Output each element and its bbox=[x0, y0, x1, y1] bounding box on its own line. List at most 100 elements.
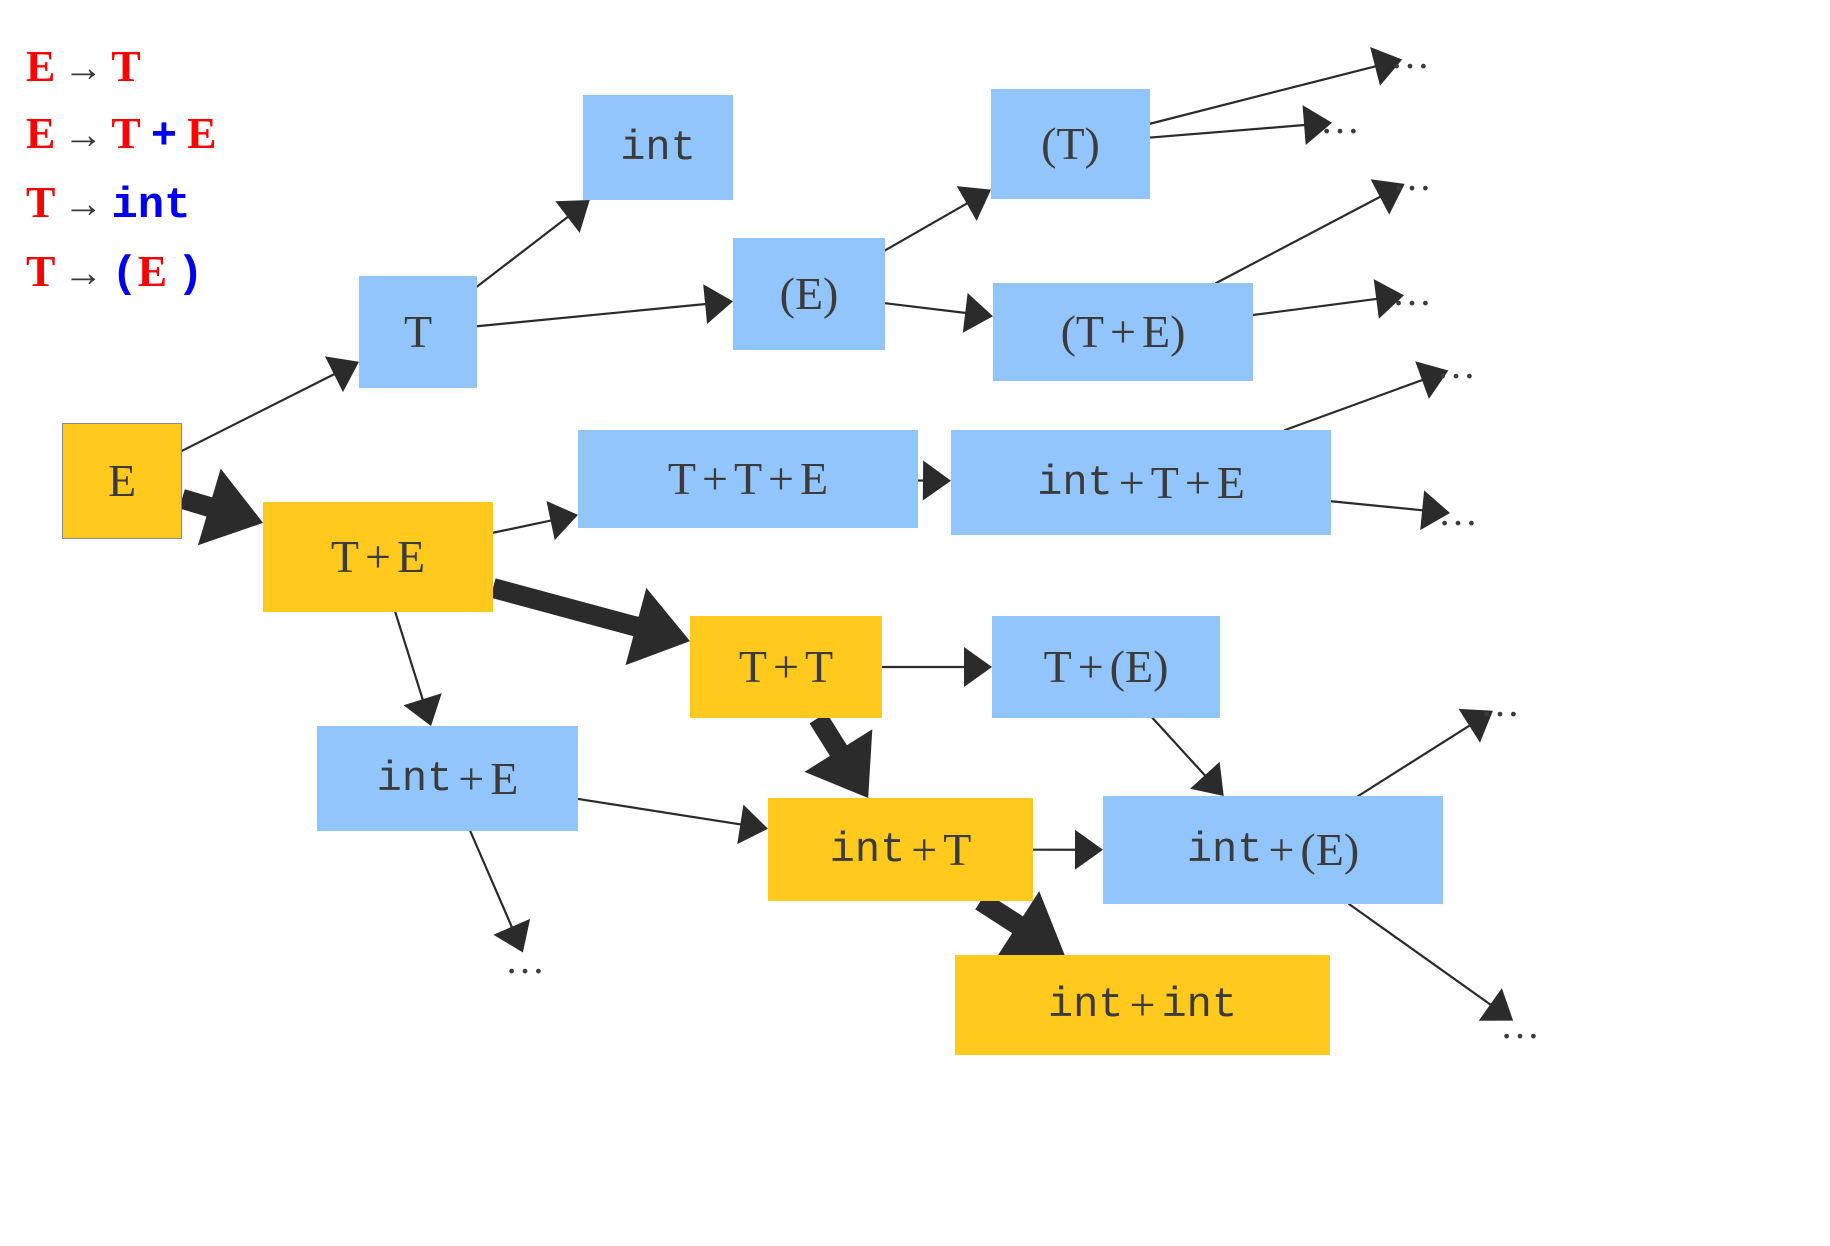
grammar-rule: E → T + E bbox=[26, 101, 216, 170]
rule-symbol-nonterminal: E bbox=[187, 109, 217, 158]
grammar-rule: T → (E) bbox=[26, 239, 216, 308]
derivation-node-paren_T_E[interactable]: (T + E) bbox=[993, 283, 1253, 381]
rule-arrow-icon: → bbox=[63, 181, 104, 226]
grammar-rule: E → T bbox=[26, 34, 216, 101]
derivation-node-T_plus_T[interactable]: T + T bbox=[690, 616, 882, 718]
grammar-rule: T → int bbox=[26, 170, 216, 239]
rule-arrow-icon: → bbox=[63, 45, 104, 90]
edge-paren_E-to-paren_T_E bbox=[883, 293, 993, 333]
rule-symbol-nonterminal: T bbox=[111, 109, 141, 158]
node-token: + bbox=[458, 752, 485, 804]
ellipsis-marker: … bbox=[1320, 97, 1362, 142]
derivation-node-T_paren_E[interactable]: T + (E) bbox=[992, 616, 1220, 718]
derivation-node-paren_T[interactable]: (T) bbox=[991, 89, 1150, 199]
node-token: + bbox=[1268, 824, 1295, 875]
edge-paren_T-to-dots-2 bbox=[1148, 105, 1333, 146]
node-token: (E) bbox=[1300, 824, 1360, 875]
arrowhead-icon bbox=[703, 284, 733, 325]
edge-int_plus_E-to-int_plus_T bbox=[576, 797, 768, 845]
node-token: T bbox=[667, 453, 696, 504]
edge-layer bbox=[179, 47, 1514, 1021]
node-token: (E) bbox=[779, 268, 839, 319]
edge-T_paren_E-to-int_paren_E bbox=[1151, 716, 1224, 796]
node-token: int bbox=[1186, 826, 1263, 874]
arrowhead-icon bbox=[922, 460, 951, 501]
ellipsis-marker: … bbox=[1436, 342, 1478, 387]
arrowhead-icon bbox=[546, 501, 578, 541]
rule-arrow-icon: → bbox=[63, 250, 104, 295]
rule-symbol-terminal: ( bbox=[111, 250, 138, 300]
node-token: + bbox=[1077, 641, 1104, 692]
node-token: + bbox=[1184, 456, 1211, 508]
edge-int_plus_T-to-int_plus_int bbox=[975, 891, 1065, 959]
node-token: int bbox=[829, 825, 906, 874]
node-token: T bbox=[1043, 641, 1072, 692]
ellipsis-marker: … bbox=[1438, 489, 1480, 534]
node-token: T bbox=[804, 641, 834, 692]
edge-T_plus_E-to-int_plus_E bbox=[394, 610, 442, 726]
arrowhead-icon bbox=[197, 468, 263, 546]
ellipsis-marker: … bbox=[1392, 269, 1434, 314]
arrowhead-icon bbox=[625, 587, 690, 666]
derivation-node-int_plus_T[interactable]: int + T bbox=[768, 798, 1033, 901]
derivation-node-int_T_E[interactable]: int + T + E bbox=[951, 430, 1331, 535]
derivation-node-T[interactable]: T bbox=[359, 276, 477, 388]
derivation-node-int[interactable]: int bbox=[583, 95, 733, 200]
derivation-node-E[interactable]: E bbox=[62, 423, 182, 539]
edge-E-to-T bbox=[180, 356, 359, 452]
node-token: T bbox=[943, 823, 972, 875]
arrowhead-icon bbox=[1190, 761, 1224, 796]
node-token: + bbox=[773, 641, 799, 692]
node-token: E bbox=[490, 752, 519, 804]
rule-lhs: T bbox=[26, 178, 56, 227]
edge-paren_T_E-to-dots-3 bbox=[1215, 179, 1405, 285]
arrowhead-icon bbox=[962, 293, 993, 333]
arrowhead-icon bbox=[403, 693, 442, 726]
ellipsis-marker: … bbox=[505, 937, 547, 982]
ellipsis-marker: … bbox=[1390, 32, 1432, 77]
derivation-node-int_plus_E[interactable]: int + E bbox=[317, 726, 578, 831]
node-token: (T bbox=[1060, 306, 1105, 357]
node-token: int bbox=[1161, 981, 1238, 1029]
node-token: + bbox=[911, 823, 938, 875]
derivation-node-T_plus_E[interactable]: T + E bbox=[263, 502, 493, 612]
derivation-node-int_plus_int[interactable]: int + int bbox=[955, 955, 1330, 1055]
arrowhead-icon bbox=[964, 647, 992, 687]
ellipsis-marker: … bbox=[1392, 154, 1434, 199]
arrowhead-icon bbox=[555, 200, 590, 233]
derivation-node-paren_E[interactable]: (E) bbox=[733, 238, 885, 350]
node-token: T bbox=[330, 531, 360, 582]
edge-int_paren_E-to-dots-8 bbox=[1347, 902, 1514, 1021]
node-token: + bbox=[701, 453, 728, 504]
derivation-node-int_paren_E[interactable]: int + (E) bbox=[1103, 796, 1443, 904]
edge-T_plus_T-to-T_paren_E bbox=[880, 647, 992, 687]
node-token: + bbox=[1118, 456, 1145, 508]
edge-T-to-int bbox=[475, 200, 590, 288]
node-token: E bbox=[1216, 456, 1245, 508]
edge-T_plus_T-to-int_plus_T bbox=[804, 712, 873, 798]
rule-lhs: T bbox=[26, 247, 56, 296]
derivation-node-T_T_E[interactable]: T + T + E bbox=[578, 430, 918, 528]
node-token: + bbox=[1129, 979, 1156, 1030]
rule-lhs: E bbox=[26, 109, 56, 158]
rule-symbol-terminal: int bbox=[111, 181, 191, 231]
node-token: E bbox=[396, 531, 426, 582]
edge-paren_T_E-to-dots-4 bbox=[1251, 279, 1405, 319]
edge-int_T_E-to-dots-6 bbox=[1329, 490, 1451, 531]
node-token: E bbox=[107, 455, 137, 506]
arrowhead-icon bbox=[1074, 829, 1103, 870]
edge-int_plus_E-to-dots-9 bbox=[469, 829, 531, 953]
edge-T_T_E-to-int_T_E bbox=[916, 460, 951, 501]
ellipsis-marker: … bbox=[1480, 680, 1522, 725]
grammar-legend: E → T E → T + E T → int T → (E) bbox=[26, 34, 216, 308]
edge-int_plus_T-to-int_paren_E bbox=[1031, 829, 1103, 870]
node-token: int bbox=[1037, 458, 1113, 507]
rule-symbol-nonterminal: T bbox=[111, 42, 141, 91]
node-token: T bbox=[738, 641, 768, 692]
node-token: + bbox=[365, 531, 391, 582]
node-token: (T) bbox=[1041, 118, 1100, 169]
edge-T_plus_E-to-T_plus_T bbox=[490, 578, 690, 666]
node-token: int bbox=[620, 123, 696, 172]
arrowhead-icon bbox=[737, 804, 768, 845]
rule-arrow-icon: → bbox=[63, 112, 104, 157]
